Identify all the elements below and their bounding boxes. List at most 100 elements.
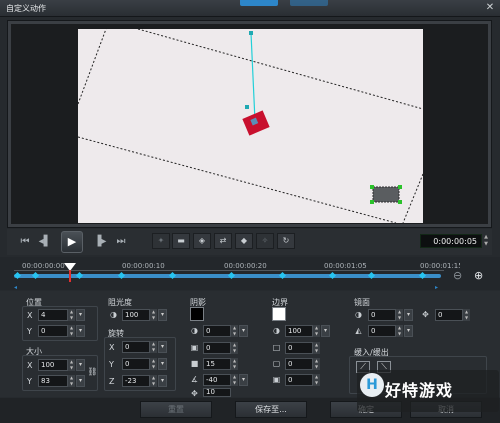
tick-label: 00:00:00:00 <box>22 262 65 270</box>
size-y-dropdown[interactable]: ▾ <box>76 375 85 387</box>
opacity-label: 阻光度 <box>108 298 132 307</box>
next-frame-icon[interactable]: ▐▸ <box>93 235 107 249</box>
shadow-spinner-2[interactable]: ▲ ▼ <box>231 342 238 354</box>
mirror-field-1[interactable]: 0 <box>368 309 396 321</box>
reset-button[interactable]: 重置 <box>140 401 212 418</box>
size-x-field[interactable]: 100 <box>38 359 68 371</box>
border-dropdown-1[interactable]: ▾ <box>321 325 330 337</box>
position-x-spinner[interactable]: ▲ ▼ <box>68 309 75 321</box>
zoom-out-icon[interactable]: ⊖ <box>453 269 462 282</box>
mirror-spinner-2[interactable]: ▲ ▼ <box>463 309 470 321</box>
shadow-dropdown-1[interactable]: ▾ <box>239 325 248 337</box>
swap-icon[interactable]: ⇄ <box>214 233 232 249</box>
position-y-field[interactable]: 0 <box>38 325 68 337</box>
shadow-spinner-3[interactable]: ▲ ▼ <box>231 358 238 370</box>
border-spinner-1[interactable]: ▲ ▼ <box>313 325 320 337</box>
tick-label: 00:00:00:20 <box>224 262 267 270</box>
end-icon[interactable]: ⏭ <box>114 235 128 249</box>
mirror-spinner-1[interactable]: ▲ ▼ <box>396 309 403 321</box>
rotation-z-dropdown[interactable]: ▾ <box>158 375 167 387</box>
border-color-swatch[interactable] <box>272 307 286 321</box>
shadow-field-3[interactable]: 15 <box>203 358 231 370</box>
mirror-field-2[interactable]: 0 <box>435 309 463 321</box>
rotation-x-dropdown[interactable]: ▾ <box>158 341 167 353</box>
timecode-display[interactable]: 0:00:00:05 <box>420 234 482 248</box>
opacity-field[interactable]: 100 <box>122 309 150 321</box>
mirror-dropdown-3[interactable]: ▾ <box>404 325 413 337</box>
animated-object[interactable] <box>242 110 270 136</box>
shadow-field-5[interactable]: 10 <box>203 388 231 397</box>
end-position-box[interactable] <box>372 186 400 203</box>
shadow-field-2[interactable]: 0 <box>203 342 231 354</box>
border-field-2[interactable]: 0 <box>285 342 313 354</box>
end-handle-tl[interactable] <box>370 185 374 189</box>
rotate-icon[interactable]: ↻ <box>277 233 295 249</box>
rotation-z-spinner[interactable]: ▲ ▼ <box>150 375 157 387</box>
end-handle-tr[interactable] <box>398 185 402 189</box>
prev-frame-icon[interactable]: ◂▌ <box>38 235 52 249</box>
shadow-dropdown-4[interactable]: ▾ <box>239 374 248 386</box>
mirror-dropdown-1[interactable]: ▾ <box>404 309 413 321</box>
rotation-y-dropdown[interactable]: ▾ <box>158 358 167 370</box>
timecode-spinner[interactable]: ▲ ▼ <box>482 234 490 248</box>
border-width-icon: □ <box>272 343 281 352</box>
size-x-label: X <box>27 361 33 370</box>
size-x-dropdown[interactable]: ▾ <box>76 359 85 371</box>
border-field-4[interactable]: 0 <box>285 374 313 386</box>
preview-canvas[interactable] <box>78 29 423 223</box>
shadow-color-swatch[interactable] <box>190 307 204 321</box>
scroll-right-icon[interactable]: ▸ <box>435 284 438 291</box>
position-y-spinner[interactable]: ▲ ▼ <box>68 325 75 337</box>
size-y-label: Y <box>27 377 32 386</box>
zoom-in-icon[interactable]: ⊕ <box>474 269 483 282</box>
reverse-icon[interactable]: ◈ <box>193 233 211 249</box>
motion-path-overlay <box>78 29 423 223</box>
position-x-dropdown[interactable]: ▾ <box>76 309 85 321</box>
shadow-size-icon: ■ <box>190 359 199 368</box>
close-button[interactable]: ✕ <box>484 2 496 14</box>
play-button[interactable]: ▶ <box>61 231 83 253</box>
rotation-x-spinner[interactable]: ▲ ▼ <box>150 341 157 353</box>
add-keyframe-icon[interactable]: ✦ <box>152 233 170 249</box>
position-x-field[interactable]: 4 <box>38 309 68 321</box>
move-left-icon[interactable]: ◆ <box>235 233 253 249</box>
rotation-y-spinner[interactable]: ▲ ▼ <box>150 358 157 370</box>
shadow-spinner-1[interactable]: ▲ ▼ <box>231 325 238 337</box>
path-start-handle[interactable] <box>249 31 253 35</box>
remove-keyframe-icon[interactable]: ▬ <box>172 233 190 249</box>
border-spinner-4[interactable]: ▲ ▼ <box>313 374 320 386</box>
mirror-spinner-3[interactable]: ▲ ▼ <box>396 325 403 337</box>
end-handle-bl[interactable] <box>370 200 374 204</box>
shadow-field-4[interactable]: -40 <box>203 374 231 386</box>
border-corner-icon: ▣ <box>272 375 281 384</box>
title-accent <box>240 0 278 6</box>
shadow-spinner-4[interactable]: ▲ ▼ <box>231 374 238 386</box>
shadow-field-1[interactable]: 0 <box>203 325 231 337</box>
shadow-opacity-icon: ◑ <box>191 326 198 335</box>
position-y-dropdown[interactable]: ▾ <box>76 325 85 337</box>
end-handle-br[interactable] <box>398 200 402 204</box>
position-x-label: X <box>27 311 33 320</box>
rotation-x-field[interactable]: 0 <box>122 341 150 353</box>
opacity-dropdown[interactable]: ▾ <box>158 309 167 321</box>
move-right-icon[interactable]: ✧ <box>256 233 274 249</box>
size-y-field[interactable]: 83 <box>38 375 68 387</box>
rotation-z-label: Z <box>109 377 115 386</box>
border-field-1[interactable]: 100 <box>285 325 313 337</box>
save-as-button[interactable]: 保存至... <box>235 401 307 418</box>
scroll-left-icon[interactable]: ◂ <box>14 284 17 291</box>
border-spinner-3[interactable]: ▲ ▼ <box>313 358 320 370</box>
opacity-spinner[interactable]: ▲ ▼ <box>150 309 157 321</box>
lock-ratio-icon[interactable]: ⛓ <box>87 366 98 377</box>
path-mid-handle[interactable] <box>245 105 249 109</box>
border-field-3[interactable]: 0 <box>285 358 313 370</box>
mirror-field-3[interactable]: 0 <box>368 325 396 337</box>
rotation-y-field[interactable]: 0 <box>122 358 150 370</box>
home-icon[interactable]: ⏮ <box>18 235 32 249</box>
border-spinner-2[interactable]: ▲ ▼ <box>313 342 320 354</box>
window-title: 自定义动作 <box>6 4 46 13</box>
rotation-z-field[interactable]: -23 <box>122 375 150 387</box>
size-y-spinner[interactable]: ▲ ▼ <box>68 375 75 387</box>
ruler-line <box>14 270 444 271</box>
size-x-spinner[interactable]: ▲ ▼ <box>68 359 75 371</box>
